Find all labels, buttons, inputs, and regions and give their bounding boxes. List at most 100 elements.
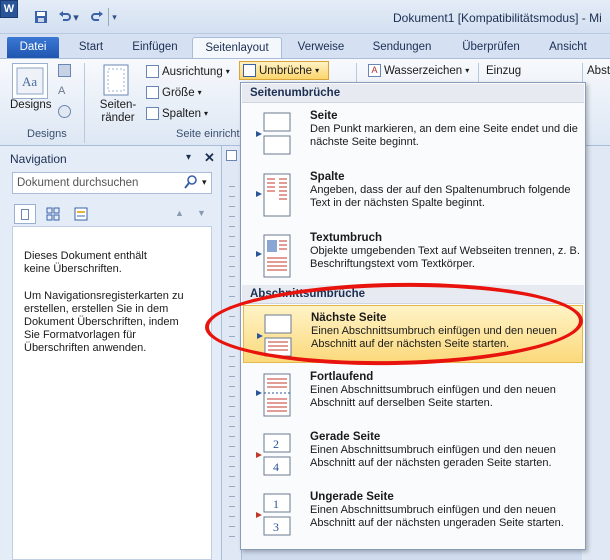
groesse-label: Größe: [162, 86, 195, 99]
tab-selector-icon[interactable]: [226, 150, 237, 161]
odd-page-top-number: 1: [273, 497, 279, 511]
menu-item-title: Seite: [310, 110, 338, 122]
next-page-section-break-icon: [257, 314, 292, 357]
tab-ansicht[interactable]: Ansicht: [540, 37, 596, 58]
save-icon[interactable]: [32, 8, 50, 26]
pages-view-tab[interactable]: [42, 204, 64, 224]
wasserzeichen-button[interactable]: A Wasserzeichen ▾: [368, 64, 469, 77]
menu-item-description: Einen Abschnittsumbruch einfügen und den…: [310, 504, 564, 529]
even-page-top-number: 2: [273, 437, 279, 451]
results-view-tab[interactable]: [70, 204, 92, 224]
wasserzeichen-label: Wasserzeichen: [384, 64, 463, 77]
document-area-edge: [582, 146, 610, 560]
menu-item-textumbruch[interactable]: Textumbruch Objekte umgebenden Text auf …: [243, 226, 583, 284]
odd-page-bottom-number: 3: [273, 520, 279, 534]
groesse-button[interactable]: Größe ▾: [146, 86, 202, 99]
menu-item-ungerade-seite[interactable]: 13 Ungerade Seite Einen Abschnittsumbruc…: [243, 485, 583, 543]
even-page-section-break-icon: 24: [256, 433, 291, 476]
search-icon[interactable]: [184, 175, 198, 189]
menu-item-title: Ungerade Seite: [310, 491, 394, 503]
search-input[interactable]: Dokument durchsuchen: [12, 172, 212, 194]
watermark-icon: A: [368, 64, 381, 77]
document-icon: [21, 208, 29, 220]
menu-item-description: Einen Abschnittsumbruch einfügen und den…: [310, 384, 556, 409]
headings-view-tab[interactable]: [14, 204, 36, 224]
menu-header-seitenumbrueche: Seitenumbrüche: [242, 84, 584, 103]
spalten-button[interactable]: Spalten ▾: [146, 107, 208, 120]
close-icon[interactable]: ✕: [204, 150, 215, 166]
menu-item-description: Den Punkt markieren, an dem eine Seite e…: [310, 123, 578, 148]
menu-item-fortlaufend[interactable]: Fortlaufend Einen Abschnittsumbruch einf…: [243, 365, 583, 423]
group-seite-einrichten-label: Seite einricht: [176, 128, 240, 140]
next-heading-icon[interactable]: ▼: [197, 208, 206, 218]
umbrueche-button[interactable]: Umbrüche ▾: [239, 61, 329, 80]
search-dropdown-icon[interactable]: ▾: [202, 177, 207, 188]
odd-page-section-break-icon: 13: [256, 493, 291, 536]
vertical-ruler: [222, 146, 242, 560]
menu-item-title: Fortlaufend: [310, 371, 374, 383]
tab-datei[interactable]: Datei: [7, 37, 59, 58]
thumbnails-icon: [46, 207, 60, 221]
menu-item-title: Nächste Seite: [311, 312, 387, 324]
tab-sendungen[interactable]: Sendungen: [362, 37, 442, 58]
size-icon: [146, 86, 159, 99]
navigation-pane: Navigation ▾ ✕ Dokument durchsuchen ▾ ▲ …: [0, 146, 222, 560]
menu-item-title: Textumbruch: [310, 232, 382, 244]
theme-effects-icon[interactable]: [58, 105, 76, 121]
menu-item-seite[interactable]: Seite Den Punkt markieren, an dem eine S…: [243, 104, 583, 162]
customize-qat-icon[interactable]: ▾: [108, 8, 120, 26]
tab-einfuegen[interactable]: Einfügen: [122, 37, 188, 58]
tab-ueberpruefen[interactable]: Überprüfen: [450, 37, 532, 58]
abstand-label: Abst: [587, 65, 610, 77]
no-headings-message: Dieses Dokument enthält keine Überschrif…: [24, 250, 147, 275]
theme-colors-icon[interactable]: [58, 64, 76, 80]
menu-item-gerade-seite[interactable]: 24 Gerade Seite Einen Abschnittsumbruch …: [243, 425, 583, 483]
designs-label: Designs: [10, 99, 52, 111]
svg-text:Aa: Aa: [22, 74, 37, 89]
window-title: Dokument1 [Kompatibilitätsmodus] - Mi: [393, 11, 602, 25]
menu-item-description: Angeben, dass der auf den Spaltenumbruch…: [310, 184, 571, 209]
breaks-icon: [243, 64, 256, 77]
continuous-section-break-icon: [256, 373, 291, 417]
group-designs-label: Designs: [27, 128, 67, 140]
text-wrapping-break-icon: [256, 234, 291, 278]
column-break-icon: [256, 173, 291, 217]
navigation-body: [12, 226, 212, 560]
spalten-label: Spalten: [162, 107, 202, 120]
previous-heading-icon[interactable]: ▲: [175, 208, 184, 218]
redo-icon[interactable]: [88, 8, 106, 26]
seitenraender-button[interactable]: Seiten- ränder: [96, 99, 140, 125]
ausrichtung-button[interactable]: Ausrichtung ▾: [146, 65, 230, 78]
tab-start[interactable]: Start: [68, 37, 114, 58]
ausrichtung-label: Ausrichtung: [162, 65, 223, 78]
menu-item-description: Einen Abschnittsumbruch einfügen und den…: [311, 325, 557, 350]
menu-item-description: Objekte umgebenden Text auf Webseiten tr…: [310, 245, 580, 270]
title-bar: W ▾ ▾ Dokument1 [Kompatibilitätsmodus] -…: [0, 0, 610, 34]
tab-verweise[interactable]: Verweise: [288, 37, 354, 58]
navigation-title: Navigation: [10, 152, 67, 166]
results-list-icon: [74, 207, 88, 221]
undo-dropdown-icon[interactable]: ▾: [72, 8, 80, 26]
tab-seitenlayout[interactable]: Seitenlayout: [192, 37, 282, 58]
seitenraender-icon[interactable]: [102, 63, 130, 97]
group-separator: [84, 63, 85, 143]
ruler-ticks: [229, 186, 235, 546]
designs-button[interactable]: Aa: [12, 63, 48, 99]
ribbon-tabs: Datei Start Einfügen Seitenlayout Verwei…: [0, 34, 610, 58]
theme-fonts-icon[interactable]: A: [58, 85, 76, 101]
columns-icon: [146, 107, 159, 120]
menu-header-abschnittsumbrueche: Abschnittsumbrüche: [242, 285, 584, 304]
menu-item-title: Gerade Seite: [310, 431, 381, 443]
umbrueche-label: Umbrüche: [259, 64, 313, 77]
menu-item-description: Einen Abschnittsumbruch einfügen und den…: [310, 444, 556, 469]
orientation-icon: [146, 65, 159, 78]
einzug-label: Einzug: [486, 65, 522, 77]
menu-item-title: Spalte: [310, 171, 345, 183]
headings-hint-message: Um Navigationsregisterkarten zu erstelle…: [24, 290, 184, 354]
word-app-icon[interactable]: W: [0, 0, 18, 18]
menu-item-naechste-seite[interactable]: Nächste Seite Einen Abschnittsumbruch ei…: [243, 305, 583, 363]
pane-options-icon[interactable]: ▾: [186, 152, 191, 163]
menu-item-spalte[interactable]: Spalte Angeben, dass der auf den Spalten…: [243, 165, 583, 223]
page-break-icon: [256, 112, 291, 155]
even-page-bottom-number: 4: [273, 460, 279, 474]
